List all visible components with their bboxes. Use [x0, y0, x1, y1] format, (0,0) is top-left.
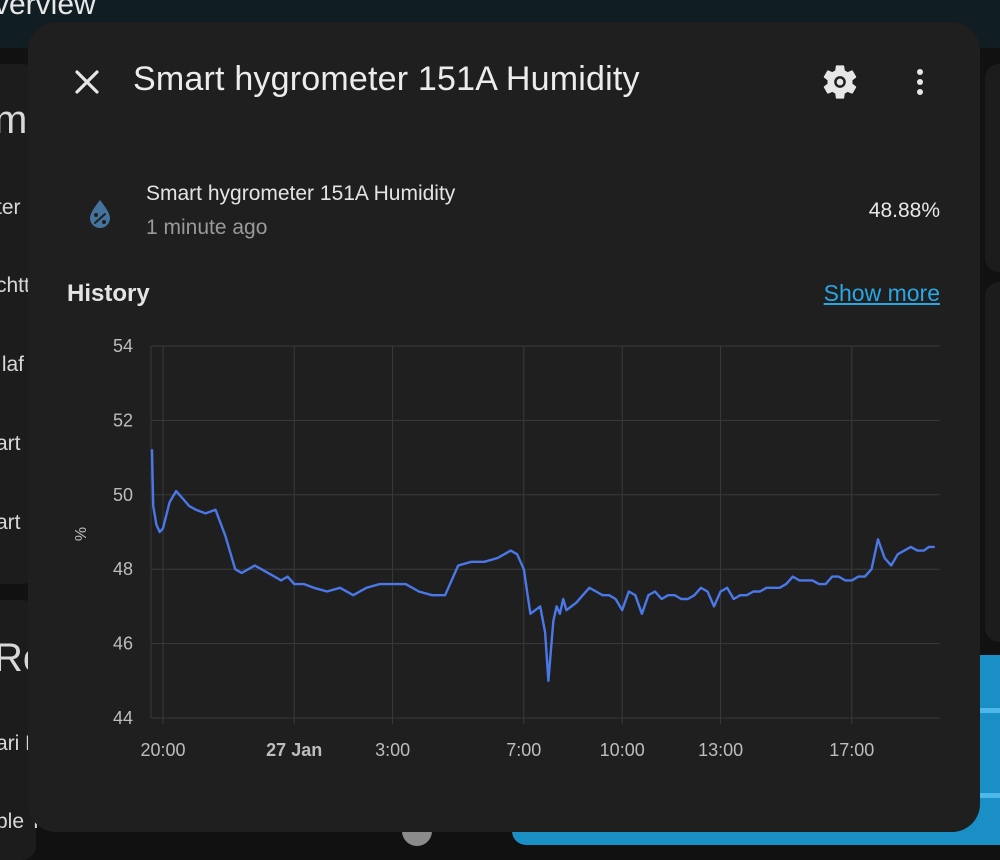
background-text: chtt [0, 274, 30, 297]
background-text: art [0, 511, 21, 534]
entity-name: Smart hygrometer 151A Humidity [146, 182, 456, 205]
x-tick-label: 27 Jan [266, 740, 322, 760]
y-tick-label: 48 [113, 559, 133, 579]
dots-vertical-icon [917, 69, 923, 95]
x-tick-label: 17:00 [829, 740, 874, 760]
y-tick-label: 50 [113, 485, 133, 505]
entity-last-changed: 1 minute ago [146, 216, 268, 239]
x-tick-label: 13:00 [698, 740, 743, 760]
x-tick-label: 3:00 [375, 740, 410, 760]
dialog-title: Smart hygrometer 151A Humidity [133, 60, 640, 98]
history-heading: History [67, 280, 150, 307]
background-card [985, 64, 1000, 272]
x-tick-label: 10:00 [600, 740, 645, 760]
history-chart[interactable]: 44 46 48 50 52 54 20:00 27 Jan 3:00 7:00 10:00 13:… [28, 322, 980, 782]
x-tick-label: 20:00 [140, 740, 185, 760]
settings-button[interactable] [820, 62, 860, 102]
show-more-link[interactable]: Show more [824, 280, 940, 307]
y-tick-label: 44 [113, 708, 133, 728]
background-text: art [0, 432, 21, 455]
gear-icon [823, 65, 857, 99]
water-percent-icon [86, 198, 114, 228]
background-text: m [0, 98, 28, 142]
y-tick-label: 54 [113, 336, 133, 356]
entity-state-row: Smart hygrometer 151A Humidity 1 minute … [68, 172, 948, 252]
more-options-button[interactable] [900, 62, 940, 102]
x-tick-label: 7:00 [506, 740, 541, 760]
close-button[interactable] [67, 62, 107, 102]
background-card [985, 282, 1000, 642]
y-tick-label: 46 [113, 634, 133, 654]
background-text: ılaf [0, 353, 25, 376]
close-icon [75, 70, 99, 94]
background-text: ter [0, 196, 21, 219]
more-info-dialog: Smart hygrometer 151A Humidity Smart hyg… [28, 22, 980, 832]
entity-state-value: 48.88% [868, 199, 940, 222]
y-tick-label: 52 [113, 410, 133, 430]
background-topbar-title: verview [0, 0, 96, 21]
y-axis-label: % [73, 527, 90, 541]
humidity-series-line [150, 449, 935, 682]
